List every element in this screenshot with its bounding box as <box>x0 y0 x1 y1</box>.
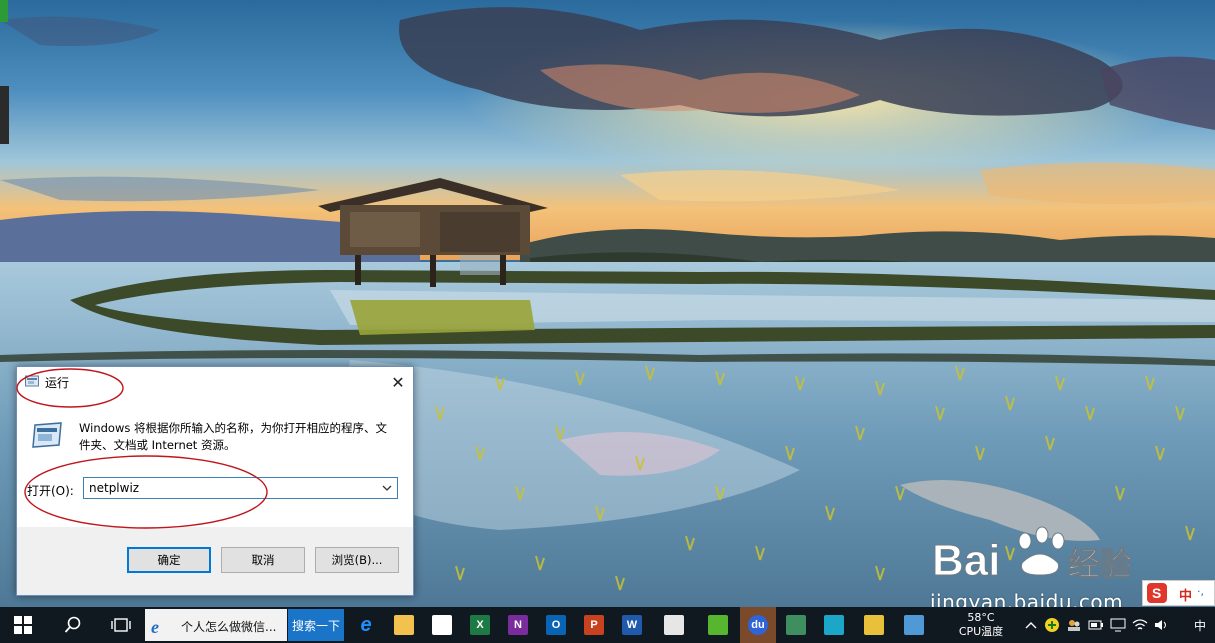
close-button[interactable]: ✕ <box>383 367 413 397</box>
svg-text:S: S <box>1152 585 1161 601</box>
windows-logo-icon <box>14 616 32 634</box>
baidu-app-icon: du <box>748 615 768 635</box>
taskbar-app-photo-app[interactable] <box>778 607 814 643</box>
task-view-icon <box>111 618 131 632</box>
taskbar-app-excel[interactable]: X <box>462 607 498 643</box>
ime-toolbar[interactable]: S 中 ·, <box>1142 580 1215 606</box>
run-description: Windows 将根据你所输入的名称，为你打开相应的程序、文件夹、文档或 Int… <box>79 421 387 452</box>
taskbar-app-edge[interactable]: e <box>348 607 384 643</box>
chevron-up-icon <box>1025 622 1037 629</box>
onenote-icon: N <box>508 615 528 635</box>
tray-icon-battery[interactable] <box>1086 607 1106 643</box>
outlook-icon: O <box>546 615 566 635</box>
notes-app-icon <box>864 615 884 635</box>
excel-icon: X <box>470 615 490 635</box>
word-icon: W <box>622 615 642 635</box>
task-view-button[interactable] <box>98 607 144 643</box>
taskbar-app-powerpoint[interactable]: P <box>576 607 612 643</box>
powerpoint-icon: P <box>584 615 604 635</box>
taskbar-app-settings-app[interactable] <box>816 607 852 643</box>
tray-icon-add[interactable] <box>1042 607 1062 643</box>
browse-button[interactable]: 浏览(B)... <box>315 547 399 573</box>
taskbar-app-file-explorer[interactable] <box>386 607 422 643</box>
tray-icon-people[interactable] <box>1064 607 1084 643</box>
svg-text:Bai: Bai <box>932 536 1000 585</box>
photo-app-icon <box>786 615 806 635</box>
file-explorer-icon <box>394 615 414 635</box>
search-icon <box>64 616 81 633</box>
start-button[interactable] <box>0 607 46 643</box>
cancel-button[interactable]: 取消 <box>221 547 305 573</box>
people-icon <box>1068 620 1080 631</box>
taskbar-app-store[interactable] <box>424 607 460 643</box>
tray-expand-button[interactable] <box>1024 607 1038 643</box>
green-app-icon <box>708 615 728 635</box>
edge-widget-top <box>0 0 8 22</box>
sogou-ime-icon: S <box>1147 583 1167 603</box>
ie-task-label: 个人怎么做微信... <box>181 620 277 634</box>
taskbar-app-green-app[interactable] <box>700 607 736 643</box>
plus-circle-icon <box>1045 618 1059 632</box>
store-icon <box>432 615 452 635</box>
battery-icon <box>1088 620 1103 630</box>
taskbar-app-blue-app[interactable] <box>896 607 932 643</box>
ime-language[interactable]: 中 <box>1179 585 1192 604</box>
ie-icon: e <box>151 617 159 637</box>
svg-text:经验: 经验 <box>1068 545 1130 583</box>
temperature-value: 58°C <box>967 611 995 624</box>
tray-icon-volume[interactable] <box>1152 607 1172 643</box>
taskbar: e 个人怎么做微信... 搜索一下 e X N O P Wdu 中 <box>0 607 1215 643</box>
volume-icon <box>1155 620 1166 630</box>
taskbar-app-outlook[interactable]: O <box>538 607 574 643</box>
edge-widget-handle[interactable] <box>0 86 9 144</box>
ime-punctuation[interactable]: ·, <box>1197 585 1204 598</box>
run-program-icon <box>32 422 62 448</box>
taskbar-app-word[interactable]: W <box>614 607 650 643</box>
blue-app-icon <box>904 615 924 635</box>
cpu-temperature[interactable]: 58°C CPU温度 <box>953 607 1009 643</box>
taskbar-app-notes-app[interactable] <box>856 607 892 643</box>
monitor-icon <box>1110 618 1126 632</box>
tray-icon-monitor[interactable] <box>1108 607 1128 643</box>
command-annotation-ellipse <box>24 455 268 529</box>
chevron-down-icon[interactable] <box>380 481 394 495</box>
settings-app-icon <box>824 615 844 635</box>
paint-icon <box>664 615 684 635</box>
baidu-jingyan-logo: Bai 经验 <box>932 526 1130 586</box>
close-icon: ✕ <box>391 372 405 392</box>
ie-taskbar-button[interactable]: e 个人怎么做微信... <box>145 609 287 641</box>
wifi-icon <box>1132 619 1148 630</box>
ok-button[interactable]: 确定 <box>127 547 211 573</box>
tray-language[interactable]: 中 <box>1188 607 1212 643</box>
title-annotation-ellipse <box>16 368 124 408</box>
tray-icon-wifi[interactable] <box>1130 607 1150 643</box>
taskbar-app-baidu-app[interactable]: du <box>740 607 776 643</box>
taskbar-app-paint[interactable] <box>656 607 692 643</box>
edge-icon: e <box>360 613 372 636</box>
search-button[interactable] <box>50 607 96 643</box>
search-taskbar-button[interactable]: 搜索一下 <box>288 609 344 641</box>
taskbar-app-onenote[interactable]: N <box>500 607 536 643</box>
temperature-caption: CPU温度 <box>958 625 1004 638</box>
